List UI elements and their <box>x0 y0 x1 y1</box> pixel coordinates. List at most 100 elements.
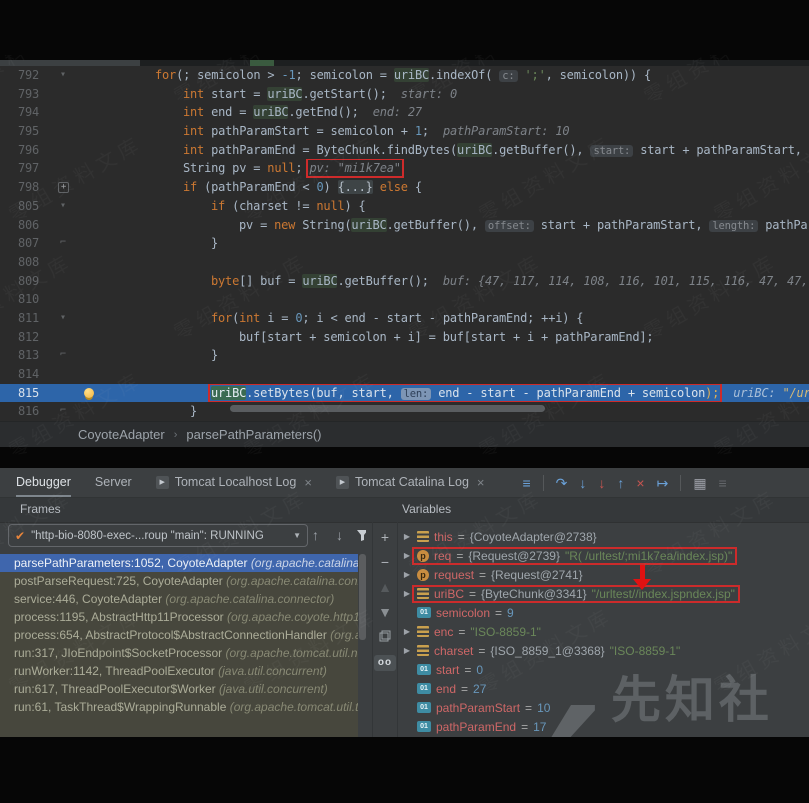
next-frame-icon[interactable]: ↓ <box>336 527 343 543</box>
fold-expand-icon[interactable]: + <box>58 182 69 193</box>
filter-frames-icon[interactable] <box>356 529 366 545</box>
param-hint-chip: length: <box>709 220 758 232</box>
code-token: .setBytes(buf, start, <box>246 386 401 400</box>
horizontal-scrollbar[interactable] <box>230 405 545 412</box>
tab-server[interactable]: Server <box>95 468 132 497</box>
variable-row[interactable]: 01pathParamEnd = 17 <box>400 717 809 736</box>
expand-arrow-icon[interactable]: ▶ <box>400 589 414 598</box>
step-over-icon[interactable]: ↷ <box>556 476 568 490</box>
evaluate-expression-icon[interactable]: ▦ <box>693 476 706 490</box>
code-token: 0 <box>316 180 323 194</box>
drop-frame-icon[interactable]: × <box>636 476 644 490</box>
thread-dropdown[interactable]: ✔ "http-bio-8080-exec-...roup "main": RU… <box>8 524 308 547</box>
param-hint-chip: offset: <box>485 220 534 232</box>
duplicate-watch-icon[interactable] <box>379 630 391 644</box>
variable-row[interactable]: ▶preq = {Request@2739} "R( /urltest/;mi1… <box>400 546 809 565</box>
line-number: 794 <box>18 103 39 122</box>
variable-row[interactable]: 01start = 0 <box>400 660 809 679</box>
variable-row[interactable]: ▶enc = "ISO-8859-1" <box>400 622 809 641</box>
line-number: 793 <box>18 85 39 104</box>
fold-collapse-icon[interactable]: ▾ <box>60 309 66 328</box>
fold-collapse-icon[interactable]: ▾ <box>60 66 66 85</box>
move-watch-down-icon[interactable]: ▼ <box>378 605 392 619</box>
step-out-icon[interactable]: ↑ <box>617 476 624 490</box>
frame-row[interactable]: run:61, TaskThread$WrappingRunnable (org… <box>0 698 358 716</box>
tab-tomcat-localhost-log[interactable]: ▶Tomcat Localhost Log× <box>156 468 312 497</box>
code-token: start + pathParamStart, end, <box>633 143 809 157</box>
intention-bulb-icon[interactable] <box>84 388 94 398</box>
frame-row[interactable]: process:654, AbstractProtocol$AbstractCo… <box>0 626 358 644</box>
show-watches-icon[interactable]: oo <box>374 655 396 671</box>
frames-scrollbar[interactable] <box>359 554 366 640</box>
tab-tomcat-catalina-log[interactable]: ▶ Tomcat Catalina Log × <box>336 468 485 497</box>
toolbar-separator <box>543 475 544 491</box>
expand-arrow-icon[interactable]: ▶ <box>400 551 414 560</box>
expand-arrow-icon[interactable]: ▶ <box>400 570 414 579</box>
fold-collapse-icon[interactable]: ▾ <box>60 197 66 216</box>
code-token: start + pathParamStart, <box>534 218 710 232</box>
frame-row[interactable]: runWorker:1142, ThreadPoolExecutor (java… <box>0 662 358 680</box>
variable-row[interactable]: ▶this = {CoyoteAdapter@2738} <box>400 527 809 546</box>
code-line: 806pv = new String(uriBC.getBuffer(), of… <box>0 216 809 235</box>
frame-package: (org.apache.tomcat.util.net) <box>225 646 358 660</box>
close-icon[interactable]: × <box>304 468 312 497</box>
frame-row[interactable]: service:446, CoyoteAdapter (org.apache.c… <box>0 590 358 608</box>
code-line: 794int end = uriBC.getEnd(); end: 27 <box>0 103 809 122</box>
expand-arrow-icon[interactable]: ▶ <box>400 646 414 655</box>
variable-row[interactable]: 01pathParamStart = 10 <box>400 698 809 717</box>
expand-arrow-icon[interactable]: ▶ <box>400 532 414 541</box>
settings-icon[interactable]: ≡ <box>719 476 727 490</box>
step-into-icon[interactable]: ↓ <box>579 476 586 490</box>
variable-row[interactable]: ▶prequest = {Request@2741} <box>400 565 809 584</box>
tab-label: Tomcat Catalina Log <box>355 468 469 497</box>
gutter: 810 <box>0 290 120 309</box>
frame-row[interactable]: run:617, ThreadPoolExecutor$Worker (java… <box>0 680 358 698</box>
code-token: } <box>211 348 218 362</box>
code-token: } <box>211 236 218 250</box>
screenshot-stage: 792▾for(; semicolon > -1; semicolon = ur… <box>0 0 809 803</box>
fold-end-icon[interactable]: ⌐ <box>60 402 66 421</box>
run-console-icon: ▶ <box>336 476 349 489</box>
equals-sign: = <box>478 644 485 658</box>
variable-row[interactable]: ▶uriBC = {ByteChunk@3341} "/urltest//ind… <box>400 584 809 603</box>
code-line: 808 <box>0 253 809 272</box>
frame-row[interactable]: process:1195, AbstractHttp11Processor (o… <box>0 608 358 626</box>
code-token: String pv = <box>183 161 267 175</box>
code-text: if (charset != null) { <box>120 197 809 216</box>
remove-watch-icon[interactable]: − <box>381 555 389 569</box>
frame-row[interactable]: parsePathParameters:1052, CoyoteAdapter … <box>0 554 358 572</box>
view-menu-icon[interactable]: ≡ <box>522 476 530 490</box>
run-to-cursor-icon[interactable]: ↦ <box>657 476 669 490</box>
code-token: i = <box>260 311 295 325</box>
frame-package: (org.ap <box>330 628 358 642</box>
code-token: ; <box>422 124 429 138</box>
prev-frame-icon[interactable]: ↑ <box>312 527 319 543</box>
close-icon[interactable]: × <box>477 468 485 497</box>
line-number: 807 <box>18 234 39 253</box>
force-step-into-icon[interactable]: ↓ <box>598 476 605 490</box>
code-text: int pathParamEnd = ByteChunk.findBytes(u… <box>120 141 809 160</box>
breadcrumb-method[interactable]: parsePathParameters() <box>186 427 321 442</box>
fold-end-icon[interactable]: ⌐ <box>60 234 66 253</box>
variable-row[interactable]: ▶charset = {ISO_8859_1@3368} "ISO-8859-1… <box>400 641 809 660</box>
fold-end-icon[interactable]: ⌐ <box>60 346 66 365</box>
code-token: start = <box>204 87 267 101</box>
code-token: (charset != <box>225 199 316 213</box>
line-number: 806 <box>18 216 39 235</box>
move-watch-up-icon[interactable]: ▲ <box>378 580 392 594</box>
variable-content: 01start = 0 <box>414 663 486 677</box>
expand-arrow-icon[interactable]: ▶ <box>400 627 414 636</box>
variable-row[interactable]: 01semicolon = 9 <box>400 603 809 622</box>
value-icon <box>417 531 429 542</box>
frame-package: (org.apache.coyote.http11 <box>227 610 358 624</box>
frame-row[interactable]: postParseRequest:725, CoyoteAdapter (org… <box>0 572 358 590</box>
frame-location: runWorker:1142, ThreadPoolExecutor <box>14 664 218 678</box>
code-text: uriBC.setBytes(buf, start, len: end - st… <box>120 384 809 403</box>
breadcrumb-class[interactable]: CoyoteAdapter <box>78 427 165 442</box>
variable-row[interactable]: 01end = 27 <box>400 679 809 698</box>
add-watch-icon[interactable]: + <box>381 530 389 544</box>
frame-row[interactable]: run:317, JIoEndpoint$SocketProcessor (or… <box>0 644 358 662</box>
tab-debugger[interactable]: Debugger <box>16 468 71 497</box>
code-token: byte <box>211 274 239 288</box>
code-token: pv = <box>239 218 274 232</box>
